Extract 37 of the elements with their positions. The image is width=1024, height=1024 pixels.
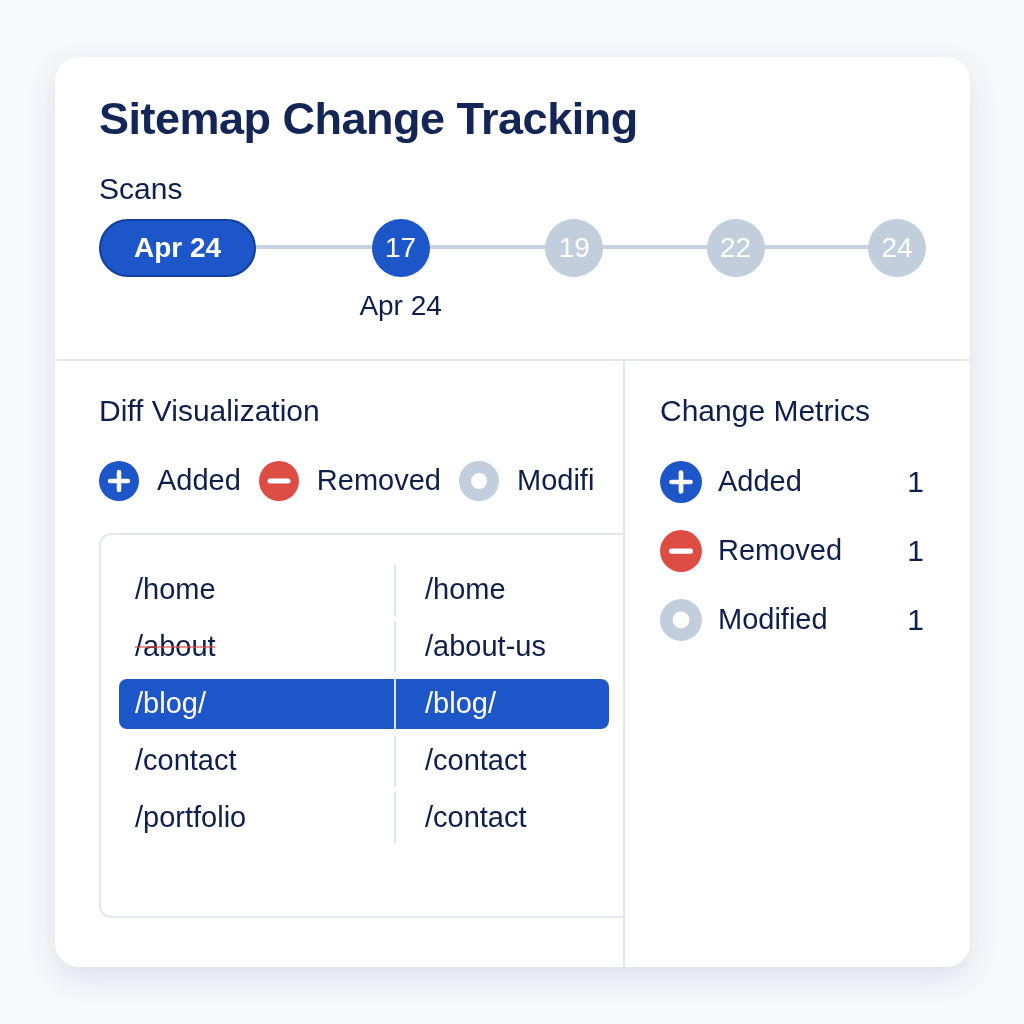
new-path: /contact: [424, 799, 527, 835]
old-path: /contact: [135, 742, 237, 778]
new-path: /contact: [424, 742, 527, 778]
metric-value: 1: [907, 602, 924, 638]
plus-icon: [99, 460, 139, 501]
new-path: /blog/: [424, 685, 496, 721]
diff-row[interactable]: /home /home: [119, 564, 609, 615]
new-path: /home: [424, 571, 506, 607]
diff-row[interactable]: /portfolio /contact: [119, 792, 609, 843]
ring-icon: [660, 598, 702, 641]
old-path: /portfolio: [135, 799, 247, 835]
metric-label: Modified: [718, 601, 829, 637]
page-title: Sitemap Change Tracking: [99, 92, 639, 146]
new-path: /about-us: [424, 628, 546, 664]
diff-row[interactable]: /contact /contact: [119, 735, 609, 786]
old-path: /about: [135, 628, 216, 664]
diff-row[interactable]: /about /about-us: [119, 621, 609, 672]
scans-label: Scans: [99, 171, 184, 207]
metric-label: Added: [718, 463, 803, 499]
scan-pill[interactable]: Apr 24: [99, 219, 256, 277]
old-path: /blog/: [135, 685, 206, 721]
plus-icon: [660, 460, 702, 503]
legend-label: Removed: [316, 463, 441, 498]
minus-icon: [660, 529, 702, 572]
metric-value: 1: [907, 464, 924, 500]
legend-label: Modifi: [517, 463, 595, 498]
minus-icon: [258, 460, 299, 501]
section-title: Change Metrics: [660, 393, 872, 429]
ring-icon: [459, 460, 499, 501]
section-title: Diff Visualization: [99, 393, 321, 429]
metric-label: Removed: [718, 532, 844, 568]
scan-date: Apr 24: [359, 289, 442, 323]
old-path: /home: [135, 571, 216, 607]
selected-diff-row[interactable]: /blog/ /blog/: [119, 678, 609, 729]
metric-value: 1: [907, 533, 924, 569]
scan-node[interactable]: 17: [371, 219, 430, 277]
legend-label: Added: [157, 463, 241, 498]
